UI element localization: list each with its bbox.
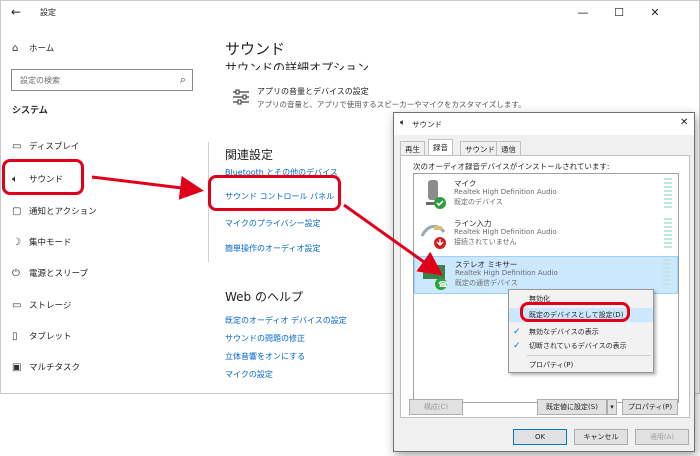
arrow-to-control-panel xyxy=(91,175,204,200)
arrow-to-device xyxy=(343,203,443,276)
annotation-arrows xyxy=(91,175,443,276)
